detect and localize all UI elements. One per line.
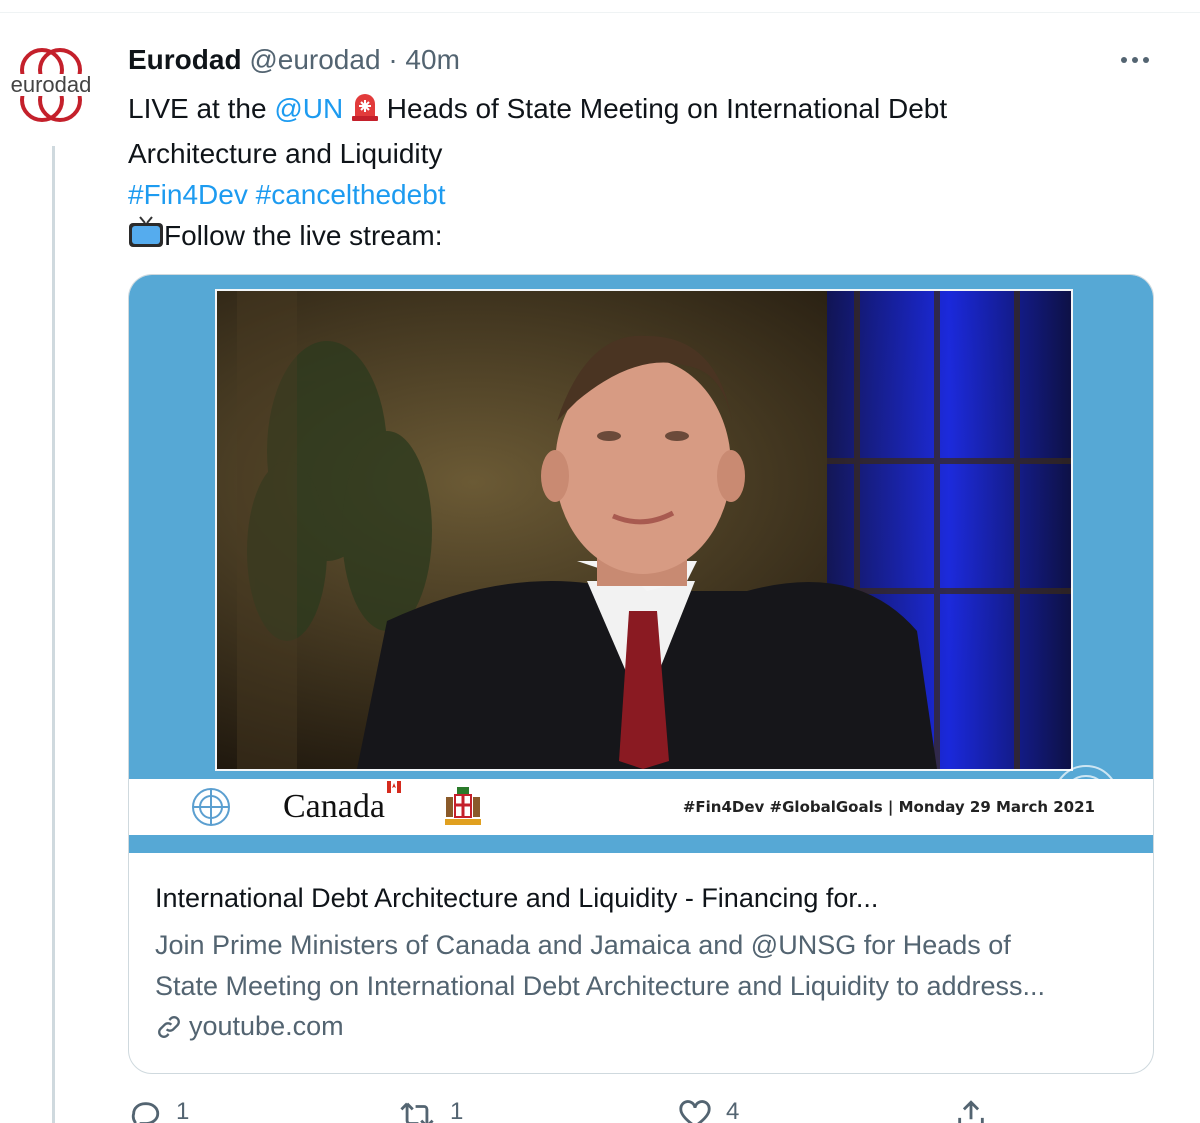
author-handle[interactable]: @eurodad (249, 44, 380, 75)
retweet-icon (400, 1102, 434, 1123)
card-description-line1: Join Prime Ministers of Canada and Jamai… (155, 930, 1011, 960)
tv-emoji-icon (128, 215, 164, 260)
card-description: Join Prime Ministers of Canada and Jamai… (155, 925, 1135, 1007)
text-line2: Architecture and Liquidity (128, 138, 443, 169)
video-thumbnail[interactable] (215, 289, 1073, 771)
link-icon (158, 1015, 180, 1038)
canada-wordmark: Canada (283, 788, 385, 825)
stream-banner: Canada #Fin4Dev #GlobalGoals | Monday 29… (129, 779, 1153, 835)
tweet-header: Eurodad @eurodad · 40m (128, 40, 460, 80)
tweet-actions: 1 1 4 (128, 1098, 1128, 1123)
card-media[interactable]: Canada #Fin4Dev #GlobalGoals | Monday 29… (129, 275, 1153, 853)
like-count: 4 (726, 1098, 740, 1123)
banner-tags: #Fin4Dev #GlobalGoals | Monday 29 March … (682, 798, 1095, 816)
card-description-line2: State Meeting on International Debt Arch… (155, 971, 1046, 1001)
like-icon (679, 1100, 711, 1123)
thread-line (52, 146, 55, 1123)
text-line1-prefix: LIVE at the (128, 93, 275, 124)
author-name[interactable]: Eurodad (128, 44, 242, 75)
hashtag-fin4dev[interactable]: #Fin4Dev (128, 179, 248, 210)
text-line1-suffix: Heads of State Meeting on International … (378, 93, 948, 124)
tweet-text: LIVE at the @UN Heads of State Meeting o… (128, 88, 1128, 260)
avatar[interactable]: eurodad (6, 40, 96, 130)
siren-emoji-icon (351, 92, 379, 133)
retweet-count: 1 (450, 1098, 464, 1123)
canada-flag-icon (387, 781, 401, 793)
timestamp[interactable]: 40m (405, 44, 459, 75)
top-divider (0, 0, 1200, 13)
share-icon (958, 1100, 984, 1123)
hashtag-cancelthedebt[interactable]: #cancelthedebt (256, 179, 446, 210)
share-button[interactable] (954, 1098, 988, 1123)
avatar-logo-text: eurodad (11, 72, 92, 97)
reply-button[interactable]: 1 (128, 1098, 189, 1123)
card-domain-text: youtube.com (189, 1011, 344, 1041)
reply-count: 1 (176, 1098, 190, 1123)
card-title[interactable]: International Debt Architecture and Liqu… (155, 883, 878, 914)
retweet-button[interactable]: 1 (398, 1098, 463, 1123)
separator: · (388, 44, 398, 75)
jamaica-coat-of-arms-icon (445, 787, 481, 825)
text-line4: Follow the live stream: (164, 220, 443, 251)
more-icon[interactable] (1110, 40, 1160, 80)
un-logo-icon (192, 788, 230, 826)
mention-un[interactable]: @UN (274, 93, 343, 124)
card-domain[interactable]: youtube.com (155, 1011, 344, 1042)
like-button[interactable]: 4 (678, 1098, 739, 1123)
link-card[interactable]: Canada #Fin4Dev #GlobalGoals | Monday 29… (128, 274, 1154, 1074)
reply-icon (131, 1102, 160, 1123)
